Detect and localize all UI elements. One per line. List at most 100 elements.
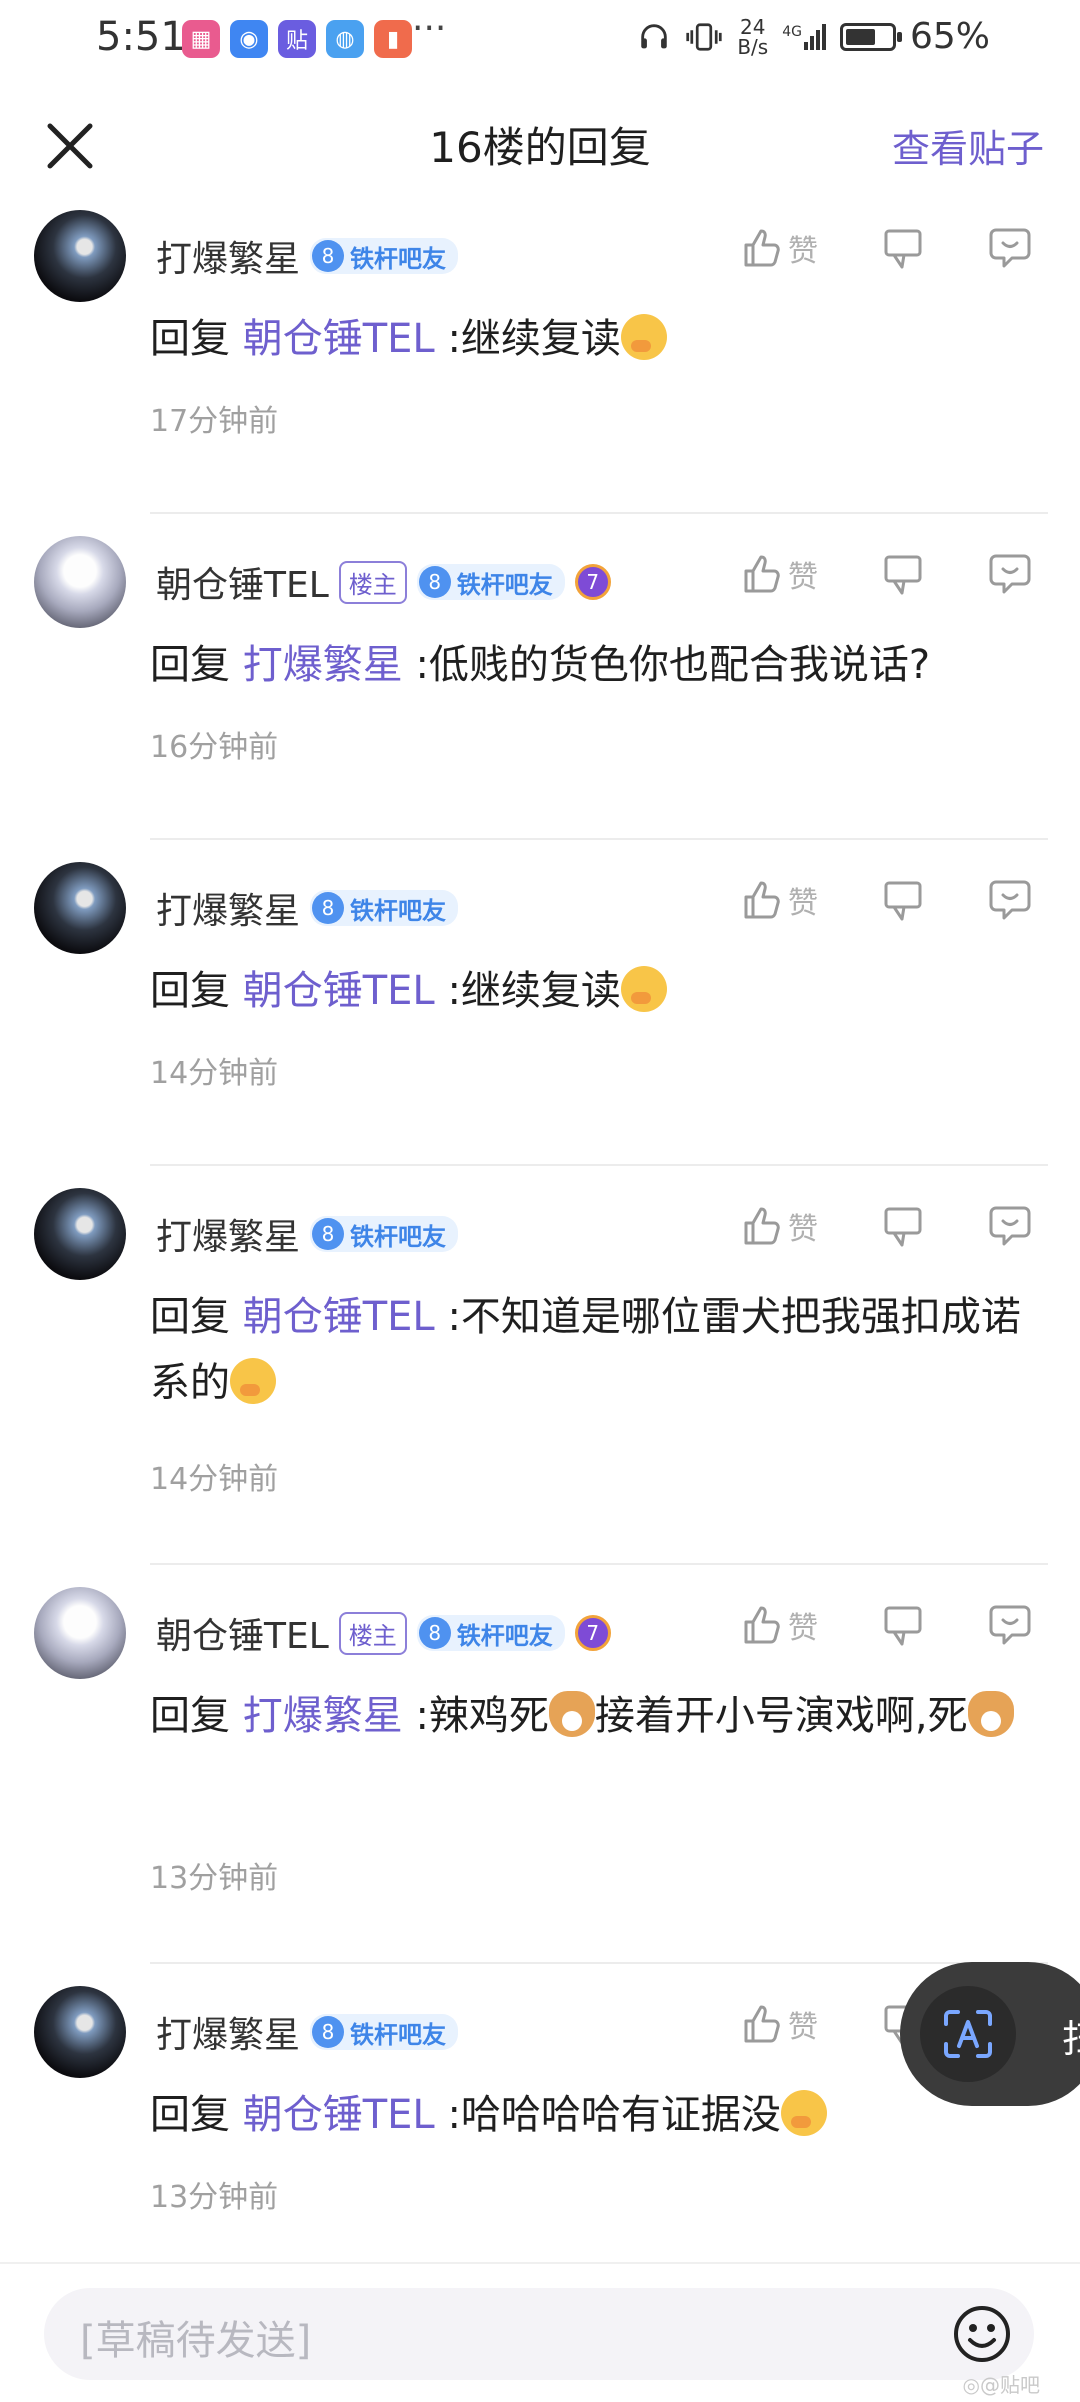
- reply-time: 16分钟前: [150, 730, 279, 765]
- like-label: 赞: [788, 886, 818, 921]
- username[interactable]: 打爆繁星: [156, 2006, 300, 2058]
- reply-text: :继续复读: [447, 316, 621, 362]
- dislike-button[interactable]: [880, 1203, 926, 1249]
- medal-icon: 7: [574, 564, 611, 600]
- like-button[interactable]: 赞: [738, 1602, 834, 1648]
- status-right: 24 B/s 4G 65%: [637, 16, 990, 57]
- username[interactable]: 打爆繁星: [156, 1208, 300, 1260]
- reply-input[interactable]: [草稿待发送]: [44, 2288, 1034, 2380]
- avatar[interactable]: [34, 210, 126, 302]
- reply-item: 打爆繁星 8 铁杆吧友 赞 回复 朝仓锤TEL :继续复读 14分钟前: [0, 848, 1080, 1174]
- reply-input-placeholder: [草稿待发送]: [80, 2318, 312, 2364]
- reply-actions: 赞: [738, 876, 1034, 924]
- username[interactable]: 打爆繁星: [156, 882, 300, 934]
- dislike-button[interactable]: [880, 551, 926, 597]
- reply-actions: 赞: [738, 1202, 1034, 1250]
- mention-link[interactable]: 朝仓锤TEL: [243, 316, 435, 362]
- level-badge: 8 铁杆吧友: [310, 238, 459, 274]
- mention-link[interactable]: 朝仓锤TEL: [243, 1294, 435, 1340]
- reply-prefix: 回复: [150, 2092, 230, 2138]
- username[interactable]: 朝仓锤TEL: [156, 556, 329, 608]
- mention-link[interactable]: 朝仓锤TEL: [243, 968, 435, 1014]
- reply-time: 17分钟前: [150, 404, 279, 439]
- view-post-link[interactable]: 查看贴子: [892, 118, 1044, 173]
- reply-item: 朝仓锤TEL 楼主 8 铁杆吧友 7 赞 回复 打爆繁星 :辣鸡死 接着开小号演戏…: [0, 1573, 1080, 1972]
- battery-icon: [839, 22, 902, 51]
- mention-link[interactable]: 打爆繁星: [243, 642, 403, 688]
- giggle-emoji-icon: [620, 966, 667, 1012]
- doge-emoji-icon: [967, 1691, 1014, 1737]
- floating-button-label: 扫: [1062, 2008, 1080, 2063]
- text-recognition-icon[interactable]: [920, 1986, 1016, 2082]
- thumbs-down-icon: [884, 1207, 922, 1247]
- divider: [150, 512, 1048, 514]
- vibrate-icon: [686, 22, 722, 51]
- avatar[interactable]: [34, 1188, 126, 1280]
- comment-button[interactable]: [986, 876, 1034, 924]
- level-name: 铁杆吧友: [350, 896, 447, 925]
- reply-item: 打爆繁星 8 铁杆吧友 赞 回复 朝仓锤TEL :不知道是哪位雷犬把我强扣成诺系…: [0, 1174, 1080, 1573]
- comment-button[interactable]: [986, 550, 1034, 598]
- reply-text: :辣鸡死: [415, 1693, 549, 1739]
- level-name: 铁杆吧友: [456, 570, 553, 599]
- username[interactable]: 打爆繁星: [156, 230, 300, 282]
- floating-scan-button[interactable]: 扫: [900, 1962, 1080, 2106]
- level-badge: 8 铁杆吧友: [416, 1615, 565, 1651]
- like-button[interactable]: 赞: [738, 1203, 834, 1249]
- level-number: 8: [312, 892, 345, 924]
- reply-actions: 赞: [738, 550, 1034, 598]
- emoji-icon[interactable]: [952, 2304, 1012, 2364]
- like-button[interactable]: 赞: [738, 2001, 834, 2047]
- thumbs-up-icon: [744, 881, 780, 919]
- medal-icon: 7: [574, 1615, 611, 1651]
- avatar[interactable]: [34, 862, 126, 954]
- dislike-button[interactable]: [880, 877, 926, 923]
- like-button[interactable]: 赞: [738, 877, 834, 923]
- reply-prefix: 回复: [150, 968, 230, 1014]
- level-number: 8: [312, 240, 345, 272]
- comment-button[interactable]: [986, 224, 1034, 272]
- level-number: 8: [312, 1218, 345, 1250]
- avatar[interactable]: [34, 536, 126, 628]
- dislike-button[interactable]: [880, 1602, 926, 1648]
- thumbs-up-icon: [744, 229, 780, 267]
- status-bar: 5:51 ▦ ◉ 贴 ◍ ▮ ··· 24 B/s 4G 65%: [0, 0, 1080, 80]
- reply-item: 打爆繁星 8 铁杆吧友 赞 回复 朝仓锤TEL :继续复读 17分钟前: [0, 196, 1080, 522]
- comment-button[interactable]: [986, 1601, 1034, 1649]
- bulb-app-icon: ◉: [230, 20, 268, 58]
- like-label: 赞: [788, 2010, 818, 2045]
- divider: [150, 1164, 1048, 1166]
- avatar[interactable]: [34, 1587, 126, 1679]
- thumbs-up-icon: [744, 1606, 780, 1644]
- like-button[interactable]: 赞: [738, 225, 834, 271]
- thumbs-down-icon: [884, 1606, 922, 1646]
- level-badge: 8 铁杆吧友: [310, 2014, 459, 2050]
- thumbs-up-icon: [744, 555, 780, 593]
- mention-link[interactable]: 朝仓锤TEL: [243, 2092, 435, 2138]
- level-name: 铁杆吧友: [350, 244, 447, 273]
- reply-item: 朝仓锤TEL 楼主 8 铁杆吧友 7 赞 回复 打爆繁星 :低贱的货色你也配合我…: [0, 522, 1080, 848]
- flag-app-icon: ▮: [374, 20, 412, 58]
- giggle-emoji-icon: [780, 2090, 827, 2136]
- like-label: 赞: [788, 1212, 818, 1247]
- avatar[interactable]: [34, 1986, 126, 2078]
- level-number: 8: [418, 566, 451, 598]
- reply-prefix: 回复: [150, 642, 230, 688]
- reply-content: 回复 打爆繁星 :低贱的货色你也配合我说话?: [150, 632, 1050, 698]
- reply-prefix: 回复: [150, 1294, 230, 1340]
- like-button[interactable]: 赞: [738, 551, 834, 597]
- reply-content: 回复 朝仓锤TEL :继续复读: [150, 958, 1050, 1024]
- reply-text: :哈哈哈哈有证据没: [447, 2092, 781, 2138]
- signal-icon: 4G: [782, 23, 826, 50]
- username[interactable]: 朝仓锤TEL: [156, 1607, 329, 1659]
- comment-button[interactable]: [986, 1202, 1034, 1250]
- thumbs-down-icon: [884, 229, 922, 269]
- reply-actions: 赞: [738, 1601, 1034, 1649]
- dislike-button[interactable]: [880, 225, 926, 271]
- headphones-icon: [641, 23, 668, 48]
- reply-time: 13分钟前: [150, 2180, 279, 2215]
- network-speed: 24 B/s: [737, 14, 769, 59]
- like-label: 赞: [788, 560, 818, 595]
- mention-link[interactable]: 打爆繁星: [243, 1693, 403, 1739]
- thumbs-down-icon: [884, 881, 922, 921]
